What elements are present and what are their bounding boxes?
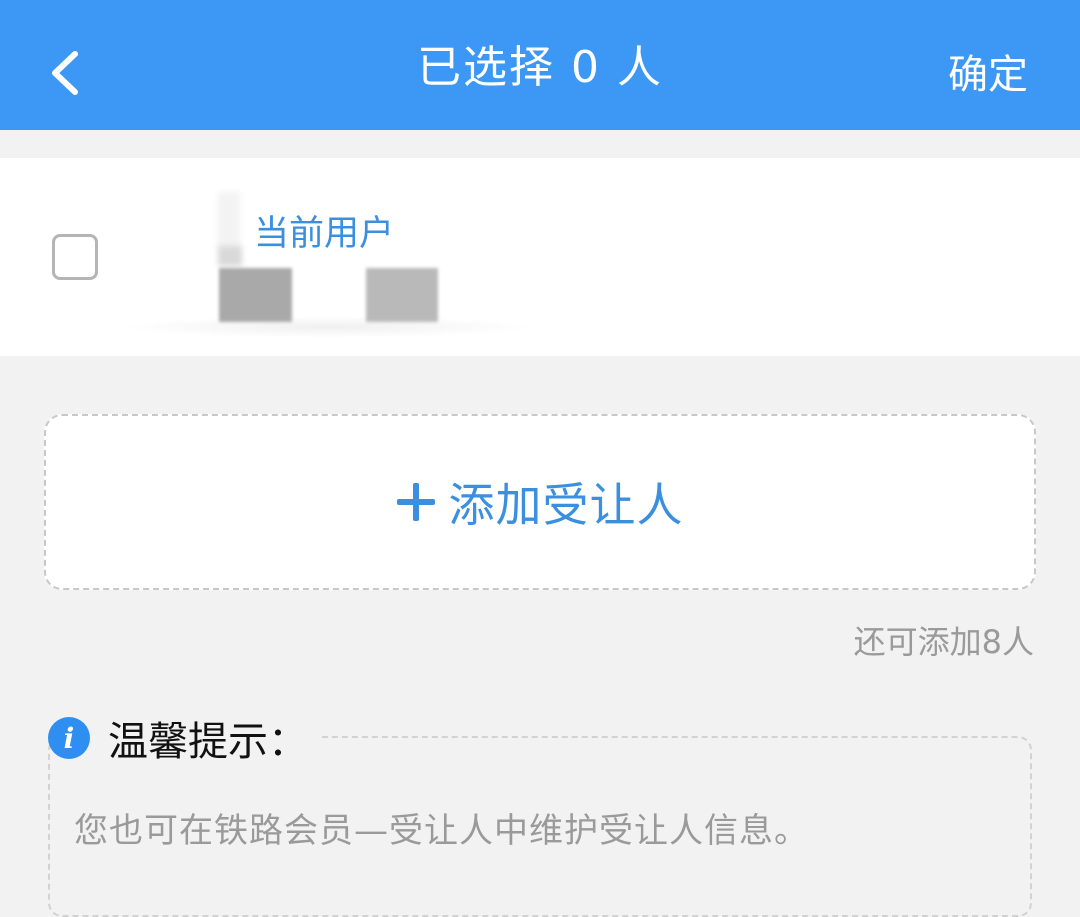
add-passenger-label: 添加受让人 (448, 478, 684, 532)
top-navbar: 已选择 0 人 确定 (0, 0, 1080, 130)
plus-icon (396, 483, 435, 521)
redaction-block (366, 268, 438, 322)
current-user-checkbox[interactable] (52, 234, 98, 280)
info-icon: i (48, 717, 90, 759)
redaction-block (218, 192, 240, 250)
page-title: 已选择 0 人 (417, 42, 663, 93)
remaining-count-text: 还可添加8人 (853, 623, 1034, 661)
redaction-block (219, 268, 292, 322)
redaction-block (218, 246, 242, 266)
redaction-shadow (118, 316, 538, 338)
add-passenger-button[interactable]: 添加受让人 (44, 414, 1036, 590)
tip-title: 温馨提示： (108, 719, 308, 765)
add-passenger-content: 添加受让人 (396, 469, 684, 535)
current-user-tag: 当前用户 (254, 214, 395, 254)
tip-text: 您也可在铁路会员—受让人中维护受让人信息。 (74, 811, 809, 851)
confirm-button[interactable]: 确定 (948, 50, 1028, 100)
tip-header: i 温馨提示： (48, 709, 308, 767)
